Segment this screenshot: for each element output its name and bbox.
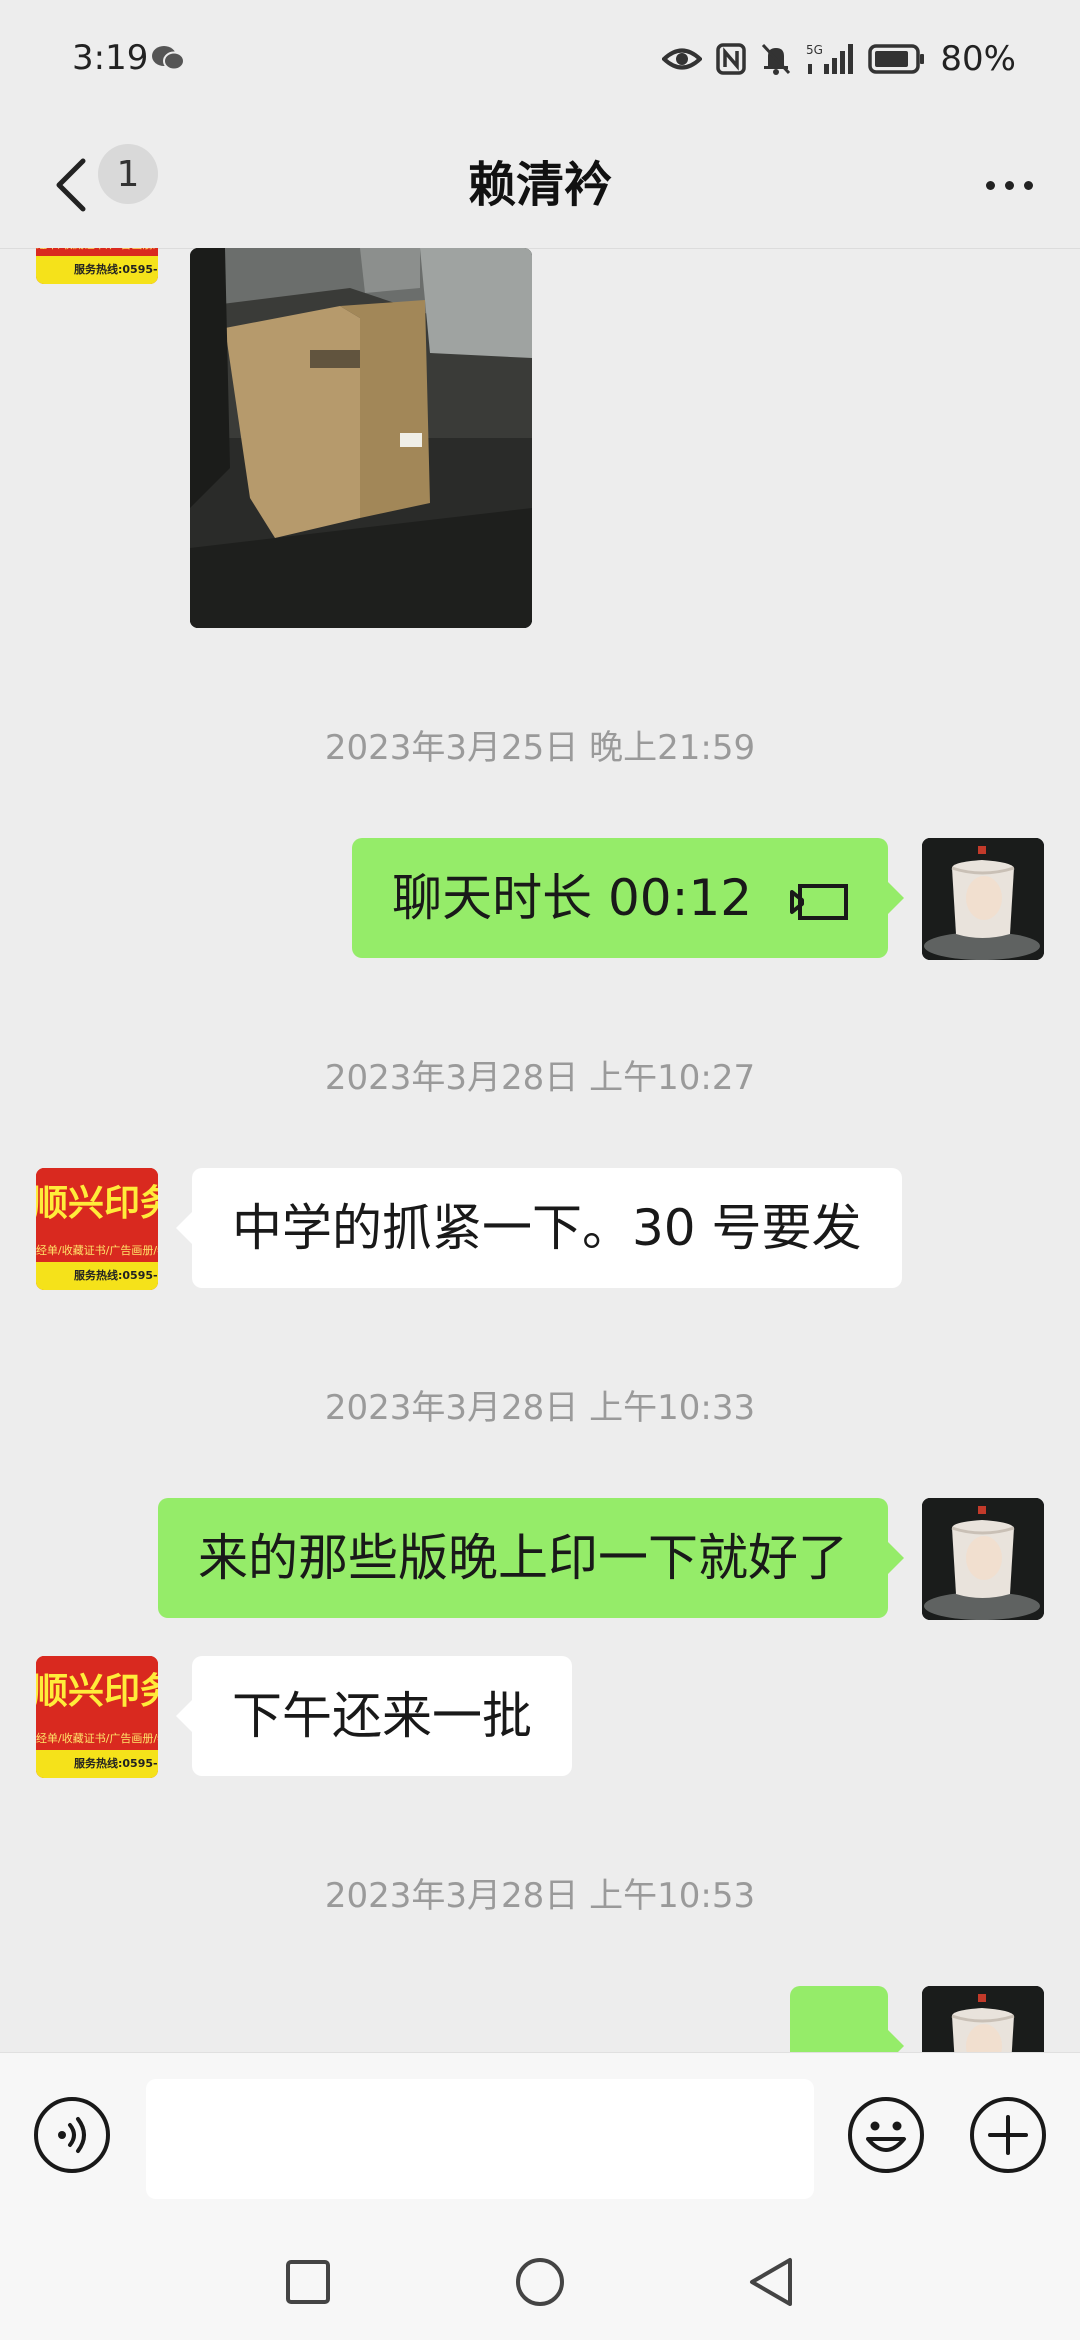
avatar-shop-services: 经单/收藏证书/广告画册/特种: [36, 1728, 158, 1750]
plus-icon[interactable]: [968, 2095, 1048, 2175]
sent-message-bubble[interactable]: 来的那些版晚上印一下就好了: [158, 1498, 904, 1618]
chat-title: 赖清衿: [467, 157, 612, 213]
system-navigation-bar: [0, 2228, 1080, 2340]
home-icon[interactable]: [510, 2252, 570, 2312]
status-icons: 5G 80%: [662, 34, 1016, 84]
cup-photo: [922, 838, 1044, 960]
avatar-shop-name: 顺兴印务: [36, 1168, 158, 1240]
received-message-bubble[interactable]: 中学的抓紧一下。30 号要发: [176, 1168, 902, 1288]
avatar-shop-hotline: 服务热线:0595-27: [36, 1262, 158, 1290]
contact-avatar[interactable]: 顺兴印务 经单/收藏证书/广告画册/特种 服务热线:0595-27: [36, 1168, 158, 1290]
signal-icon: 5G: [806, 43, 854, 74]
message-list[interactable]: 顺兴印务 经单/收藏证书/广告画册/特种 服务热线:0595-27 2023年3…: [0, 248, 1080, 2052]
message-timestamp: 2023年3月28日 上午10:33: [324, 1388, 756, 1428]
chat-header: 赖清衿: [0, 122, 1080, 249]
avatar-shop-hotline: 服务热线:0595-27: [36, 1750, 158, 1778]
message-timestamp: 2023年3月28日 上午10:53: [324, 1876, 756, 1916]
voice-icon[interactable]: [32, 2095, 112, 2175]
nfc-icon: [716, 43, 747, 75]
my-avatar[interactable]: [922, 838, 1044, 960]
call-record-bubble[interactable]: 聊天时长 00:12: [352, 838, 904, 958]
message-input[interactable]: [146, 2079, 814, 2199]
mute-icon: [762, 43, 791, 75]
message-timestamp: 2023年3月25日 晚上21:59: [324, 728, 756, 768]
unread-count-badge[interactable]: 1: [98, 144, 158, 204]
my-avatar[interactable]: [922, 1498, 1044, 1620]
image-message[interactable]: [190, 248, 532, 628]
cup-photo: [922, 1498, 1044, 1620]
svg-text:5G: 5G: [806, 43, 823, 57]
photo-thumbnail: [190, 248, 532, 628]
input-bar: [0, 2052, 1080, 2229]
battery-percent: 80%: [940, 39, 1016, 79]
battery-icon: [868, 44, 925, 74]
avatar-shop-hotline: 服务热线:0595-27: [36, 256, 158, 284]
eye-icon: [662, 48, 703, 70]
avatar-shop-services: 经单/收藏证书/广告画册/特种: [36, 248, 158, 256]
contact-avatar[interactable]: 顺兴印务 经单/收藏证书/广告画册/特种 服务热线:0595-27: [36, 248, 158, 284]
cup-photo: [922, 1986, 1044, 2052]
avatar-shop-services: 经单/收藏证书/广告画册/特种: [36, 1240, 158, 1262]
my-avatar[interactable]: [922, 1986, 1044, 2052]
more-icon-dot: [985, 180, 995, 190]
emoji-icon[interactable]: [846, 2095, 926, 2175]
received-message-bubble[interactable]: 下午还来一批: [176, 1656, 572, 1776]
back-triangle-icon[interactable]: [742, 2252, 802, 2312]
contact-avatar[interactable]: 顺兴印务 经单/收藏证书/广告画册/特种 服务热线:0595-27: [36, 1656, 158, 1778]
status-time: 3:19: [72, 38, 149, 78]
video-call-icon: [790, 883, 848, 920]
wechat-icon: [152, 46, 185, 71]
status-bar: 3:19 5G 80%: [0, 0, 1080, 122]
recents-icon[interactable]: [278, 2252, 338, 2312]
more-icon-dot: [1023, 180, 1033, 190]
sent-message-bubble[interactable]: [790, 1986, 904, 2052]
message-timestamp: 2023年3月28日 上午10:27: [324, 1058, 756, 1098]
more-icon-dot: [1004, 180, 1014, 190]
more-button[interactable]: [974, 152, 1044, 218]
avatar-shop-name: 顺兴印务: [36, 1656, 158, 1728]
call-duration-text: 聊天时长 00:12: [392, 869, 753, 927]
